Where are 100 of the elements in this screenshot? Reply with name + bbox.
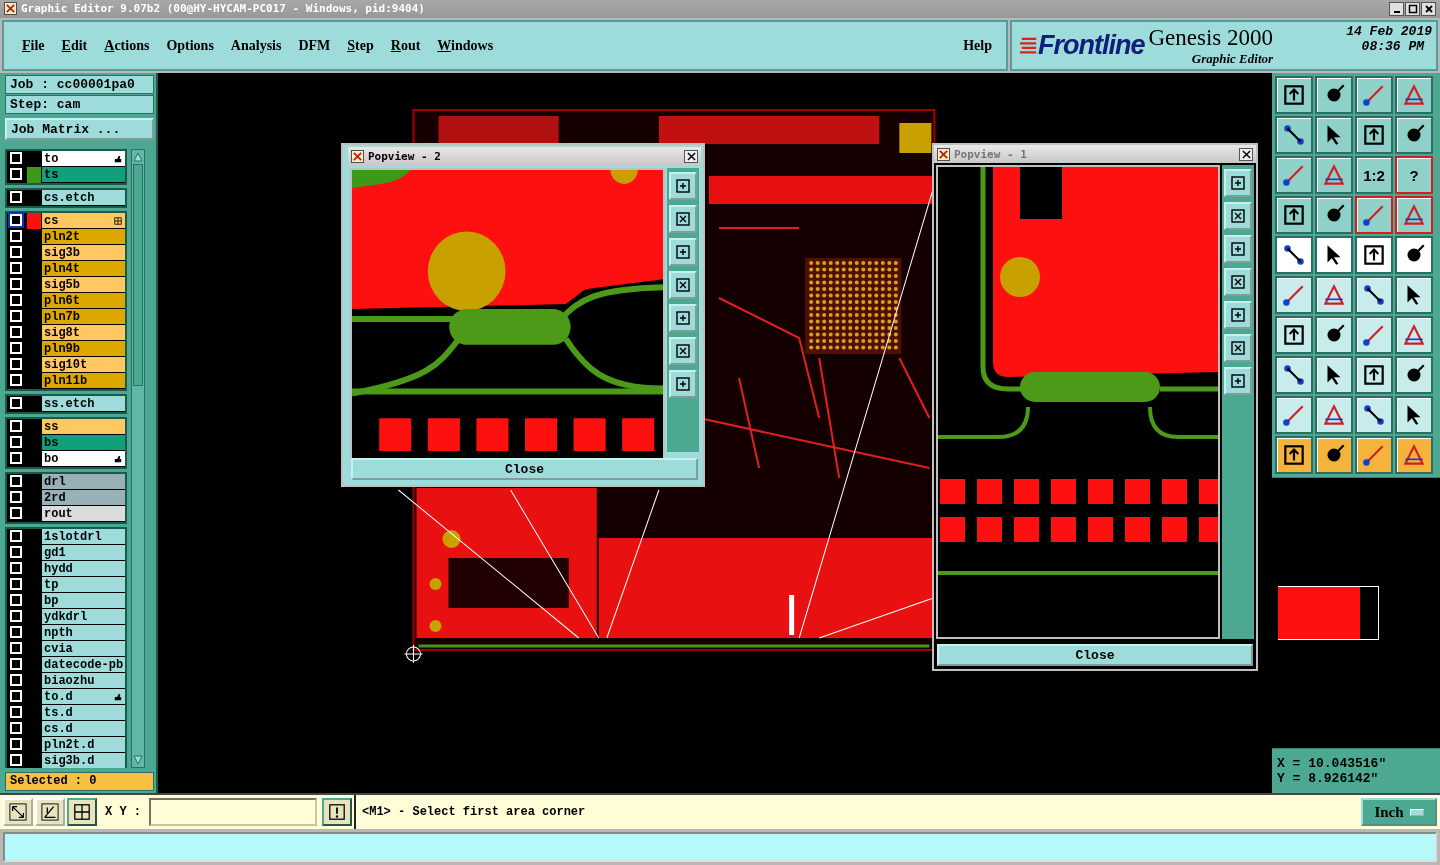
layer-checkbox[interactable] [10,690,22,703]
view-tool-button[interactable] [669,271,697,300]
layer-checkbox[interactable] [10,420,22,433]
tool-button[interactable] [1315,76,1353,115]
view-tool-button[interactable] [669,304,697,333]
layer-name[interactable]: tp [42,577,125,594]
layer-checkbox[interactable] [10,475,22,488]
layer-checkbox[interactable] [10,397,22,410]
layer-checkbox[interactable] [10,326,22,339]
tool-button[interactable] [1355,276,1393,315]
layer-name[interactable]: rout [42,506,125,523]
layer-checkbox[interactable] [10,722,22,735]
view-tool-button[interactable] [1224,334,1252,363]
layer-name[interactable]: cs.etch [42,190,125,207]
layer-checkbox[interactable] [10,152,22,165]
layer-checkbox[interactable] [10,342,22,355]
layer-name[interactable]: ss [42,419,125,436]
overview-map[interactable] [1278,586,1379,641]
layer-checkbox[interactable] [10,674,22,687]
layer-checkbox[interactable] [10,562,22,575]
layer-name[interactable]: bo [42,451,125,468]
layer-checkbox[interactable] [10,706,22,719]
tool-button[interactable] [1355,396,1393,435]
layer-name[interactable]: to [42,151,125,168]
layer-checkbox[interactable] [10,262,22,275]
tool-button[interactable] [1355,236,1393,275]
layer-name[interactable]: cs.d [42,721,125,738]
menu-item[interactable]: Analysis [230,37,282,54]
layer-name[interactable]: bs [42,435,125,452]
layer-name[interactable]: ydkdrl [42,609,125,626]
tool-button[interactable] [1275,236,1313,275]
layer-checkbox[interactable] [10,491,22,504]
scrollbar[interactable] [131,149,145,769]
layer-name[interactable]: sig10t [42,357,125,374]
close-button[interactable]: Close [937,644,1253,667]
tool-button[interactable] [1315,316,1353,355]
tool-button[interactable] [1355,116,1393,155]
layer-name[interactable]: sig8t [42,325,125,342]
layer-checkbox[interactable] [10,246,22,259]
layer-checkbox[interactable] [10,642,22,655]
layer-checkbox[interactable] [10,278,22,291]
close-button[interactable]: Close [351,458,698,481]
layer-name[interactable]: 2rd [42,490,125,507]
view-tool-button[interactable] [1224,202,1252,231]
angle-button[interactable] [35,798,65,827]
layer-checkbox[interactable] [10,546,22,559]
tool-button[interactable] [1315,436,1353,475]
tool-button[interactable] [1275,436,1313,475]
menu-item[interactable]: Step [347,37,374,54]
layer-name[interactable]: ss.etch [42,396,125,413]
layer-checkbox[interactable] [10,610,22,623]
tool-button[interactable] [1355,356,1393,395]
layer-name[interactable]: pln2t [42,229,125,246]
menu-item[interactable]: Actions [104,37,150,54]
layer-name[interactable]: 1slotdrl [42,529,125,546]
layer-name[interactable]: hydd [42,561,125,578]
view-tool-button[interactable] [669,205,697,234]
layer-checkbox[interactable] [10,436,22,449]
layer-name[interactable]: biaozhu [42,673,125,690]
menu-item[interactable]: Windows [437,37,494,54]
tool-button[interactable] [1395,236,1433,275]
menu-item[interactable]: File [22,37,45,54]
layer-name[interactable]: sig5b [42,277,125,294]
job-matrix-button[interactable]: Job Matrix ... [5,118,154,141]
layer-name[interactable]: ts.d [42,705,125,722]
layer-checkbox[interactable] [10,530,22,543]
menu-item[interactable]: Edit [61,37,88,54]
tool-button[interactable]: ? [1395,156,1433,195]
tool-button[interactable] [1315,116,1353,155]
layer-checkbox[interactable] [10,626,22,639]
tool-button[interactable] [1275,196,1313,235]
tool-button[interactable] [1315,356,1353,395]
menu-item[interactable]: Help [963,37,992,54]
layer-name[interactable]: pln2t.d [42,737,125,754]
tool-button[interactable] [1275,76,1313,115]
layer-name[interactable]: npth [42,625,125,642]
layer-checkbox[interactable] [10,507,22,520]
maximize-button[interactable] [1405,1,1420,16]
tool-button[interactable] [1395,396,1433,435]
view-tool-button[interactable] [1224,367,1252,396]
view-tool-button[interactable] [1224,268,1252,297]
xy-input-field[interactable] [149,798,317,827]
close-button[interactable] [1239,147,1253,161]
layer-name[interactable]: pln4t [42,261,125,278]
minimize-button[interactable] [1389,1,1404,16]
layer-name[interactable]: pln11b [42,373,125,390]
view-tool-button[interactable] [669,337,697,366]
tool-button[interactable] [1275,356,1313,395]
layer-name[interactable]: drl [42,474,125,491]
layer-name[interactable]: gd1 [42,545,125,562]
layer-checkbox[interactable] [10,230,22,243]
layer-name[interactable]: pln9b [42,341,125,358]
layer-name[interactable]: pln7b [42,309,125,326]
diagonal-arrow-button[interactable] [3,798,33,827]
exclamation-button[interactable] [322,798,352,827]
layer-color-swatch[interactable] [27,167,41,184]
scroll-up-arrow-icon[interactable] [133,152,143,163]
menu-item[interactable]: DFM [298,37,331,54]
menu-item[interactable]: Options [166,37,214,54]
units-dropdown[interactable]: Inch [1361,798,1437,827]
